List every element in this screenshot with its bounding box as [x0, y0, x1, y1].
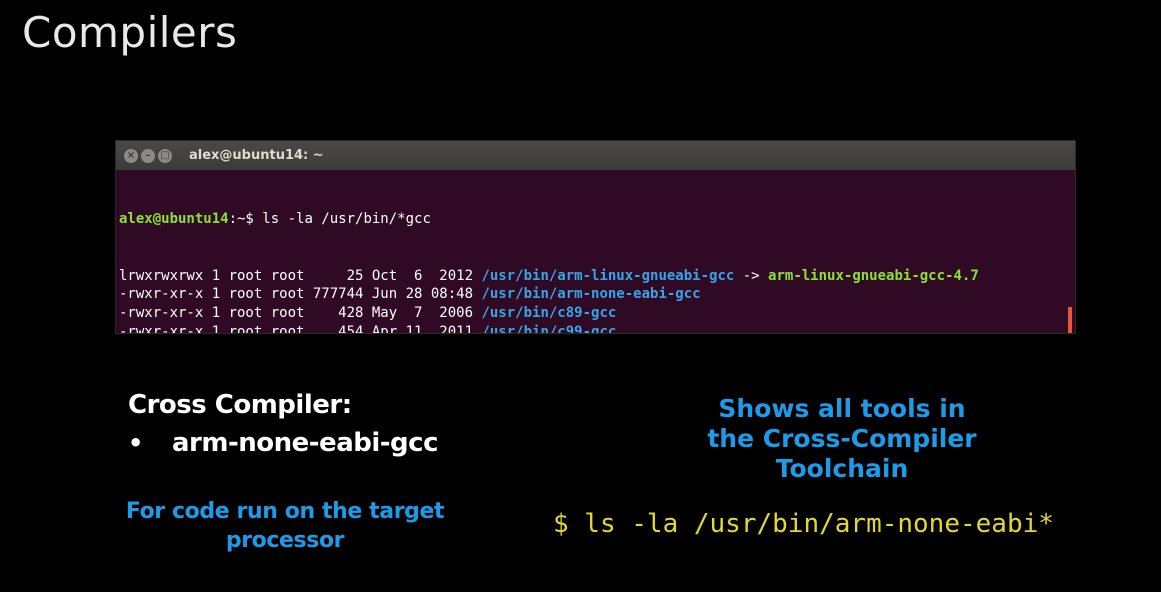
file-meta: lrwxrwxrwx 1 root root 25 Oct 6 2012 [119, 267, 482, 284]
file-path: /usr/bin/arm-none-eabi-gcc [481, 286, 701, 303]
terminal-window[interactable]: × – □ alex@ubuntu14: ~ alex@ubuntu14:~$ … [115, 140, 1076, 334]
terminal-titlebar[interactable]: × – □ alex@ubuntu14: ~ [116, 141, 1075, 170]
command-line: alex@ubuntu14:~$ ls -la /usr/bin/*gcc [119, 210, 1075, 229]
bullet-text: arm-none-eabi-gcc [172, 428, 439, 458]
file-meta: -rwxr-xr-x 1 root root 777744 Jun 28 08:… [119, 286, 482, 303]
file-path: /usr/bin/c99-gcc [481, 323, 617, 334]
entered-command: ls -la /usr/bin/*gcc [262, 211, 431, 228]
toolchain-note: Shows all tools in the Cross-Compiler To… [662, 394, 1022, 484]
listing-row: lrwxrwxrwx 1 root root 25 Oct 6 2012 /us… [119, 267, 1075, 286]
slide: Compilers × – □ alex@ubuntu14: ~ alex@ub… [0, 0, 1161, 592]
terminal-title: alex@ubuntu14: ~ [189, 148, 324, 163]
file-meta: -rwxr-xr-x 1 root root 428 May 7 2006 [119, 304, 482, 321]
symlink-arrow: -> [734, 267, 769, 284]
terminal-output[interactable]: alex@ubuntu14:~$ ls -la /usr/bin/*gcc lr… [116, 170, 1075, 334]
target-note-line2: processor [225, 528, 345, 553]
file-path: /usr/bin/arm-linux-gnueabi-gcc [481, 267, 735, 284]
target-note: For code run on the target processor [120, 497, 450, 555]
toolchain-note-line2: the Cross-Compiler [707, 424, 977, 453]
toolchain-note-line3: Toolchain [775, 454, 909, 483]
target-note-line1: For code run on the target [125, 499, 445, 524]
cross-compiler-heading: Cross Compiler: [128, 390, 352, 420]
prompt-suffix: :~$ [228, 211, 263, 228]
listing-output: lrwxrwxrwx 1 root root 25 Oct 6 2012 /us… [119, 267, 1075, 334]
close-icon[interactable]: × [124, 148, 138, 163]
scrollbar[interactable] [1068, 307, 1072, 333]
file-meta: -rwxr-xr-x 1 root root 454 Apr 11 2011 [119, 323, 482, 334]
toolchain-note-line1: Shows all tools in [718, 394, 966, 423]
listing-row: -rwxr-xr-x 1 root root 428 May 7 2006 /u… [119, 304, 1075, 323]
bullet-list-item: • arm-none-eabi-gcc [128, 428, 439, 458]
maximize-icon[interactable]: □ [158, 148, 172, 163]
minimize-icon[interactable]: – [141, 148, 155, 163]
symlink-target: arm-linux-gnueabi-gcc-4.7 [768, 267, 979, 284]
listing-row: -rwxr-xr-x 1 root root 454 Apr 11 2011 /… [119, 323, 1075, 334]
listing-row: -rwxr-xr-x 1 root root 777744 Jun 28 08:… [119, 285, 1075, 304]
bullet-icon: • [128, 429, 143, 457]
example-command: $ ls -la /usr/bin/arm-none-eabi* [553, 509, 1054, 539]
file-path: /usr/bin/c89-gcc [481, 304, 617, 321]
prompt-user: alex@ubuntu14 [119, 211, 229, 228]
slide-title: Compilers [22, 8, 238, 57]
